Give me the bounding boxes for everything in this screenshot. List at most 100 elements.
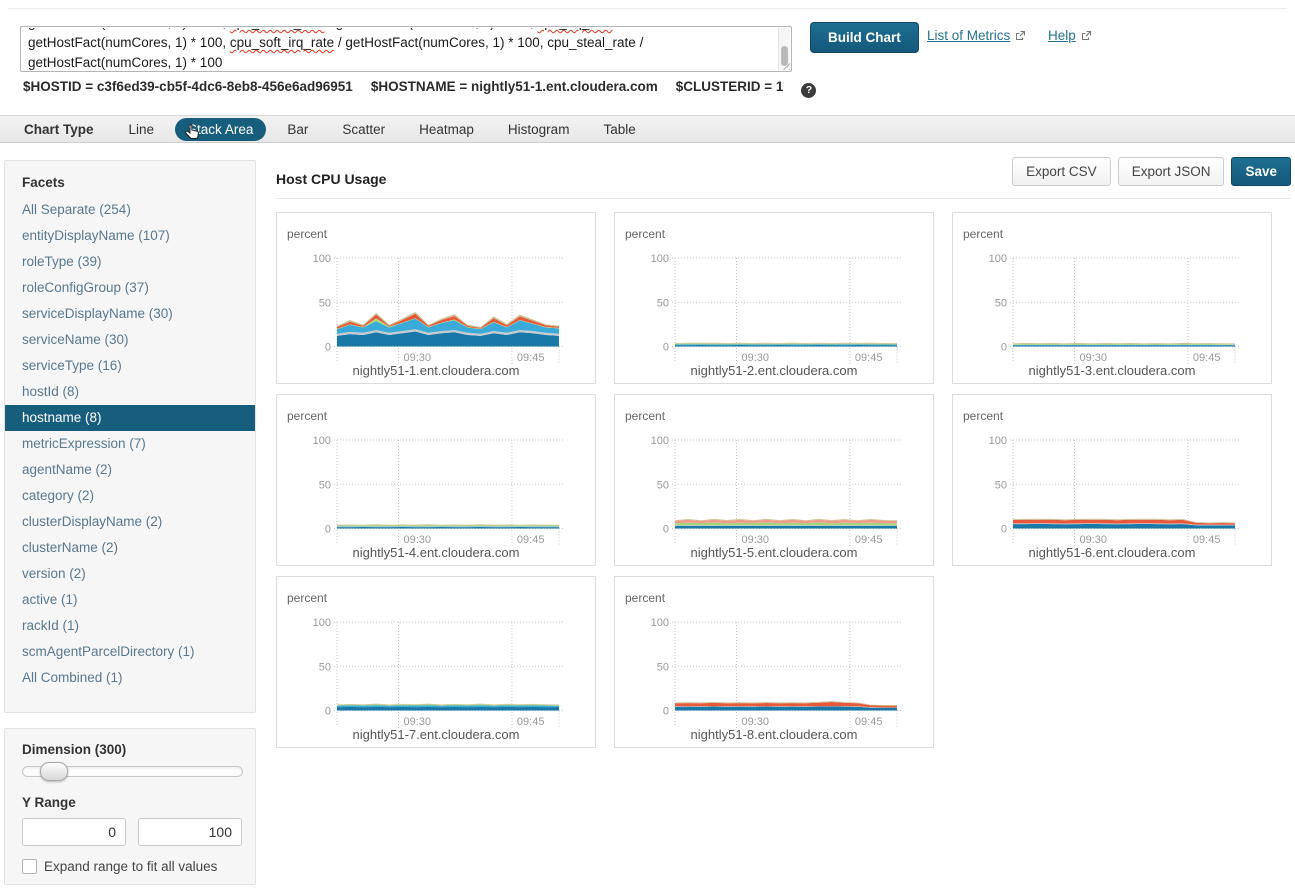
- facet-item[interactable]: clusterDisplayName (2): [5, 509, 255, 535]
- chart-card: percent 05010009:3009:45 nightly51-3.ent…: [952, 212, 1272, 384]
- external-link-icon: [1081, 30, 1092, 41]
- chart-host-title: nightly51-3.ent.cloudera.com: [953, 363, 1271, 378]
- chart-card: percent 05010009:3009:45 nightly51-6.ent…: [952, 394, 1272, 566]
- chart-host-title: nightly51-2.ent.cloudera.com: [615, 363, 933, 378]
- svg-text:0: 0: [325, 342, 331, 354]
- chart-type-option[interactable]: Table: [590, 118, 648, 141]
- chart-card: percent 05010009:3009:45 nightly51-5.ent…: [614, 394, 934, 566]
- tsquery-editor[interactable]: getHostFact(numCores, 1) * 100, cpu_iowa…: [20, 26, 792, 72]
- list-of-metrics-link[interactable]: List of Metrics: [927, 28, 1026, 43]
- chart-host-title: nightly51-7.ent.cloudera.com: [277, 727, 595, 742]
- svg-text:0: 0: [325, 706, 331, 718]
- facet-item[interactable]: hostId (8): [5, 379, 255, 405]
- stack-area-chart: 05010009:3009:45: [615, 213, 933, 369]
- export-json-button[interactable]: Export JSON: [1118, 157, 1225, 186]
- svg-text:0: 0: [1001, 342, 1007, 354]
- chart-card: percent 05010009:3009:45 nightly51-1.ent…: [276, 212, 596, 384]
- facets-title: Facets: [22, 175, 255, 190]
- facet-item[interactable]: entityDisplayName (107): [5, 223, 255, 249]
- query-text[interactable]: getHostFact(numCores, 1) * 100, cpu_iowa…: [28, 28, 777, 70]
- stack-area-chart: 05010009:3009:45: [277, 395, 595, 551]
- query-variables: $HOSTID = c3f6ed39-cb5f-4dc6-8eb8-456e6a…: [23, 79, 816, 98]
- chart-type-option[interactable]: Scatter: [329, 118, 398, 141]
- stack-area-chart: 05010009:3009:45: [615, 577, 933, 733]
- facet-item[interactable]: scmAgentParcelDirectory (1): [5, 639, 255, 665]
- svg-text:100: 100: [989, 253, 1007, 265]
- top-divider: [8, 8, 1287, 9]
- facet-item[interactable]: serviceName (30): [5, 327, 255, 353]
- help-link[interactable]: Help: [1048, 28, 1092, 43]
- svg-text:50: 50: [657, 297, 669, 309]
- help-circle-icon[interactable]: ?: [801, 83, 816, 98]
- export-csv-button[interactable]: Export CSV: [1012, 157, 1111, 186]
- facet-item[interactable]: category (2): [5, 483, 255, 509]
- svg-text:0: 0: [663, 342, 669, 354]
- y-range-min-input[interactable]: [22, 818, 126, 846]
- chart-type-bar: Chart Type Line Stack Area Bar Scatter Heatm…: [0, 115, 1295, 143]
- chart-host-title: nightly51-5.ent.cloudera.com: [615, 545, 933, 560]
- query-variable: $CLUSTERID = 1: [676, 79, 784, 94]
- chart-type-option[interactable]: Histogram: [495, 118, 583, 141]
- svg-text:50: 50: [995, 479, 1007, 491]
- svg-text:50: 50: [657, 661, 669, 673]
- facet-item[interactable]: serviceDisplayName (30): [5, 301, 255, 327]
- svg-text:50: 50: [319, 479, 331, 491]
- dimension-label: Dimension (300): [22, 742, 255, 757]
- svg-text:50: 50: [319, 297, 331, 309]
- dimension-slider[interactable]: [22, 766, 243, 777]
- facet-item[interactable]: metricExpression (7): [5, 431, 255, 457]
- chart-card: percent 05010009:3009:45 nightly51-7.ent…: [276, 576, 596, 748]
- chart-type-option[interactable]: Stack Area: [175, 118, 266, 141]
- build-chart-button[interactable]: Build Chart: [810, 22, 919, 53]
- svg-text:0: 0: [663, 524, 669, 536]
- chart-card: percent 05010009:3009:45 nightly51-4.ent…: [276, 394, 596, 566]
- facet-item[interactable]: serviceType (16): [5, 353, 255, 379]
- svg-text:50: 50: [319, 661, 331, 673]
- query-variable: $HOSTID = c3f6ed39-cb5f-4dc6-8eb8-456e6a…: [23, 79, 353, 94]
- header-divider: [276, 198, 1291, 199]
- page-title: Host CPU Usage: [276, 171, 386, 187]
- stack-area-chart: 05010009:3009:45: [953, 213, 1271, 369]
- save-button[interactable]: Save: [1231, 157, 1291, 186]
- svg-text:100: 100: [651, 253, 669, 265]
- facet-item[interactable]: roleConfigGroup (37): [5, 275, 255, 301]
- facet-item[interactable]: active (1): [5, 587, 255, 613]
- chart-host-title: nightly51-6.ent.cloudera.com: [953, 545, 1271, 560]
- facet-item[interactable]: version (2): [5, 561, 255, 587]
- facet-item[interactable]: clusterName (2): [5, 535, 255, 561]
- charts-grid: percent 05010009:3009:45 nightly51-1.ent…: [276, 212, 1272, 748]
- expand-range-checkbox[interactable]: [22, 859, 37, 874]
- facet-item[interactable]: roleType (39): [5, 249, 255, 275]
- facets-panel: Facets All Separate (254)entityDisplayNa…: [4, 160, 256, 713]
- y-range-max-input[interactable]: [138, 818, 242, 846]
- chart-type-label: Chart Type: [24, 122, 94, 137]
- svg-text:100: 100: [313, 253, 331, 265]
- stack-area-chart: 05010009:3009:45: [615, 395, 933, 551]
- svg-text:0: 0: [1001, 524, 1007, 536]
- chart-host-title: nightly51-1.ent.cloudera.com: [277, 363, 595, 378]
- variables-list: $HOSTID = c3f6ed39-cb5f-4dc6-8eb8-456e6a…: [23, 79, 801, 94]
- chart-type-option[interactable]: Line: [116, 118, 168, 141]
- svg-text:0: 0: [663, 706, 669, 718]
- expand-range-label: Expand range to fit all values: [44, 859, 217, 874]
- chart-type-options: Line Stack Area Bar Scatter Heatmap Histogram…: [116, 118, 657, 141]
- dimension-slider-thumb[interactable]: [40, 762, 68, 781]
- facet-item[interactable]: agentName (2): [5, 457, 255, 483]
- facet-item[interactable]: hostname (8): [5, 405, 255, 431]
- facet-item[interactable]: All Combined (1): [5, 665, 255, 691]
- chart-type-option[interactable]: Bar: [274, 118, 321, 141]
- external-link-icon: [1015, 30, 1026, 41]
- y-range-label: Y Range: [22, 795, 255, 810]
- svg-text:50: 50: [657, 479, 669, 491]
- svg-text:50: 50: [995, 297, 1007, 309]
- chart-type-option[interactable]: Heatmap: [406, 118, 487, 141]
- facet-item[interactable]: rackId (1): [5, 613, 255, 639]
- facet-list: All Separate (254)entityDisplayName (107…: [5, 197, 255, 691]
- stack-area-chart: 05010009:3009:45: [953, 395, 1271, 551]
- facet-item[interactable]: All Separate (254): [5, 197, 255, 223]
- stack-area-chart: 05010009:3009:45: [277, 577, 595, 733]
- svg-text:100: 100: [989, 435, 1007, 447]
- svg-text:100: 100: [313, 617, 331, 629]
- svg-text:100: 100: [651, 435, 669, 447]
- dimension-panel: Dimension (300) Y Range Expand range to …: [4, 728, 256, 885]
